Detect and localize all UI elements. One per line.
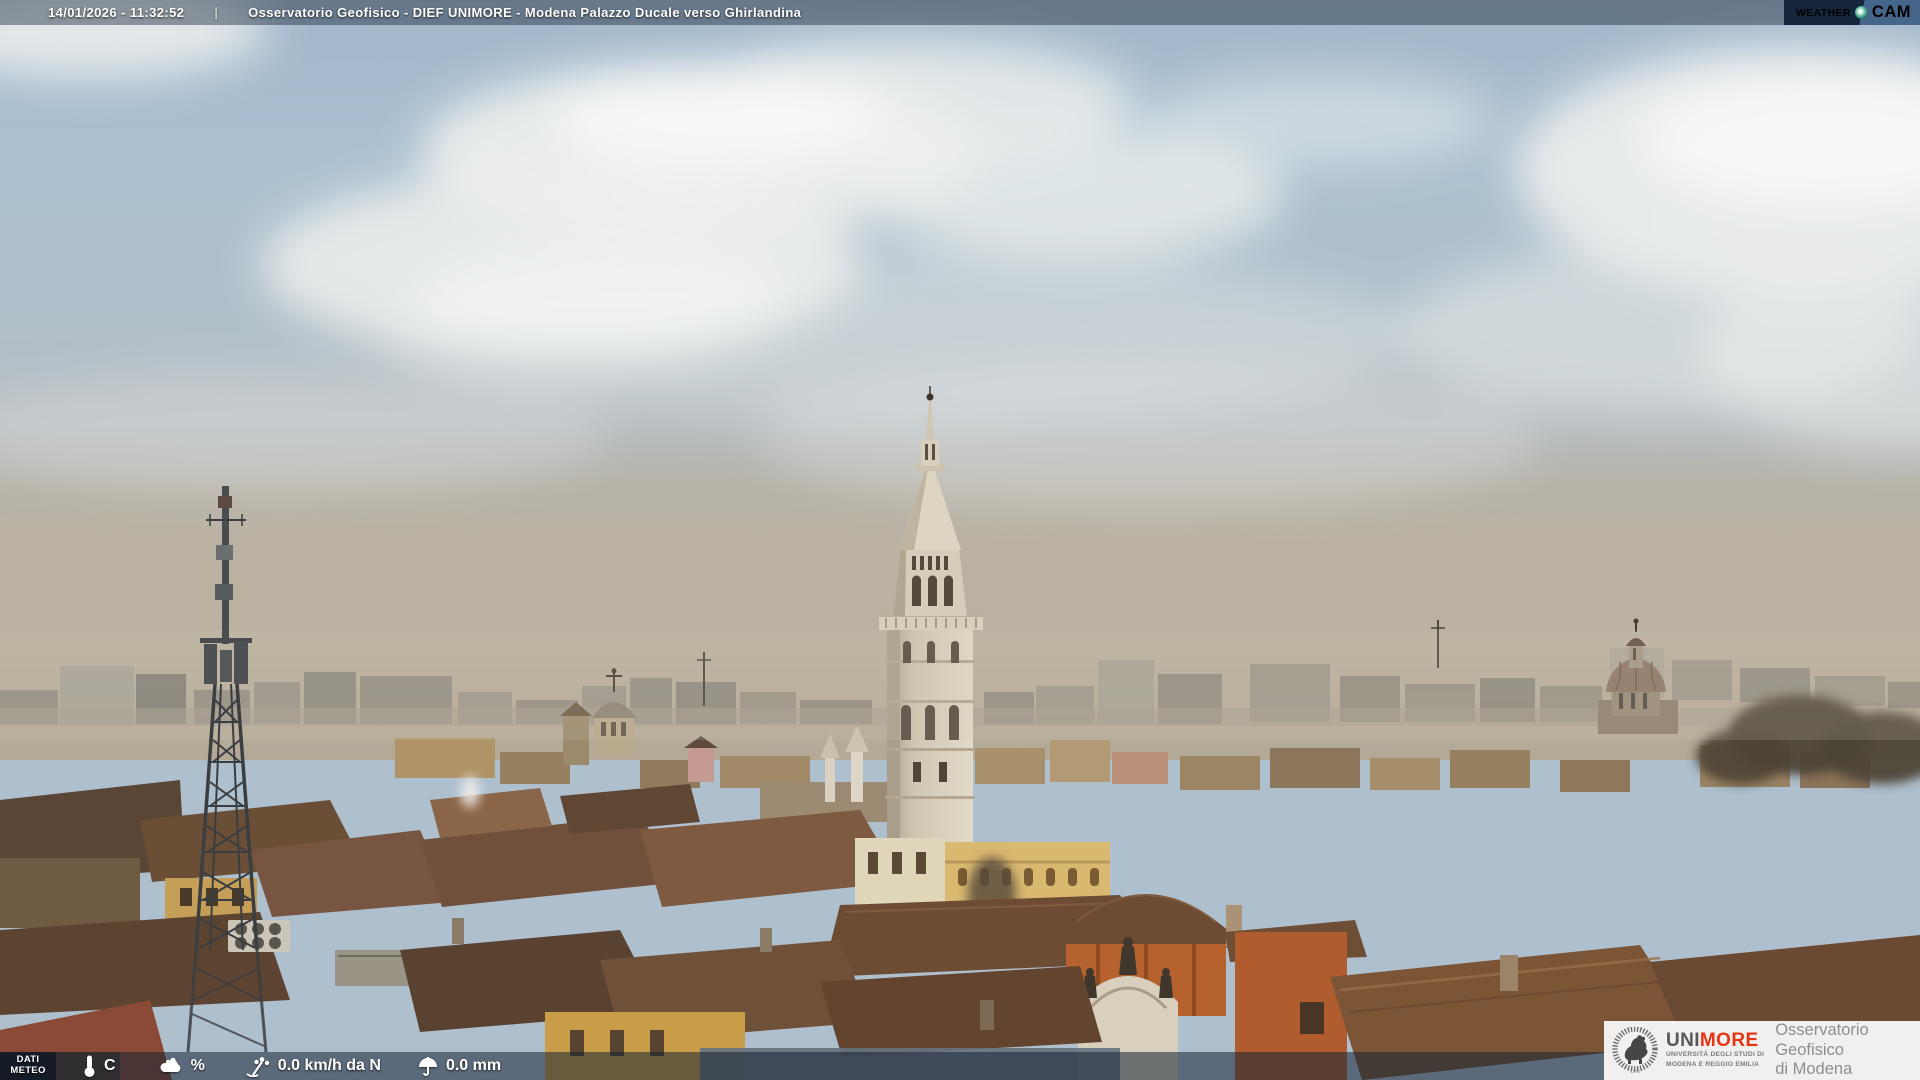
wordmark-uni: UNI	[1666, 1030, 1700, 1052]
timestamp: 14/01/2026 - 11:32:52	[48, 5, 185, 20]
webcam-photo	[0, 0, 1920, 1080]
anemometer-icon	[246, 1057, 269, 1077]
university-name-line2: MODENA E REGGIO EMILIA	[1666, 1061, 1760, 1068]
unimore-seal-icon: 1175	[1612, 1026, 1658, 1074]
humidity-cloud-icon	[160, 1057, 180, 1072]
weathercam-brand-text: WEATHER	[1795, 6, 1851, 19]
thermometer-icon	[84, 1055, 95, 1077]
globe-icon	[1854, 6, 1868, 19]
weathercam-cam-text: CAM	[1871, 3, 1911, 21]
camera-title: Osservatorio Geofisico - DIEF UNIMORE - …	[248, 5, 802, 20]
unimore-wordmark: UNIMORE UNIVERSITÀ DEGLI STUDI DI MODENA…	[1666, 1031, 1764, 1069]
svg-text:1175: 1175	[1630, 1069, 1640, 1074]
university-name-line1: UNIVERSITÀ DEGLI STUDI DI	[1666, 1051, 1765, 1059]
temperature-reading: C	[82, 1054, 116, 1078]
dati-meteo-label: DATI METEO	[0, 1052, 56, 1080]
wind-reading: 0.0 km/h da N	[245, 1055, 381, 1077]
unimore-branding-box: 1175 UNIMORE UNIVERSITÀ DEGLI STUDI DI M…	[1604, 1021, 1920, 1080]
umbrella-icon	[418, 1056, 437, 1076]
webcam-frame: 14/01/2026 - 11:32:52 | Osservatorio Geo…	[0, 0, 1920, 1080]
wordmark-more: MORE	[1699, 1030, 1759, 1052]
atmosphere-wash	[0, 630, 1920, 740]
separator: |	[214, 5, 219, 20]
overlay-top-bar: 14/01/2026 - 11:32:52 | Osservatorio Geo…	[0, 0, 1920, 25]
weathercam-logo: WEATHER CAM	[1783, 0, 1920, 25]
observatory-name: Osservatorio Geofisico di Modena	[1775, 1020, 1869, 1079]
rain-reading: 0.0 mm	[417, 1056, 501, 1077]
humidity-reading: %	[158, 1057, 205, 1075]
